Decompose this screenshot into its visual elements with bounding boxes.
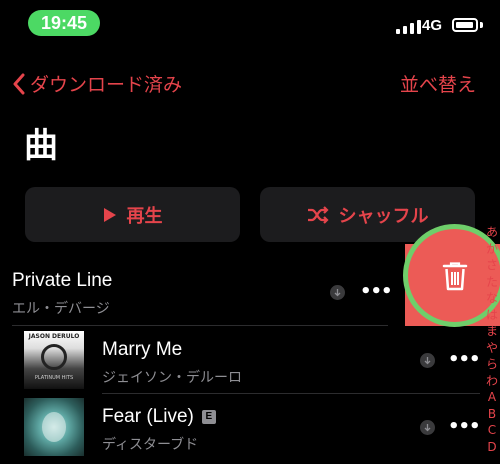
list-item[interactable]: JASON DERULO PLATINUM HITS Marry Me ジェイソ… [24, 331, 481, 391]
song-title: Private Line [12, 270, 113, 291]
index-letter[interactable]: ら [484, 356, 500, 373]
song-title: Marry Me [102, 339, 183, 360]
index-letter[interactable]: か [484, 241, 500, 258]
index-letter[interactable]: ま [484, 323, 500, 340]
index-letter[interactable]: あ [484, 224, 500, 241]
explicit-badge: E [201, 409, 216, 424]
play-button[interactable]: 再生 [25, 187, 240, 242]
signal-icon [396, 20, 421, 34]
battery-tip [480, 22, 483, 28]
album-art [24, 398, 84, 456]
row-divider [102, 393, 480, 394]
album-art-logo [41, 344, 67, 370]
download-icon [420, 353, 435, 368]
chevron-left-icon [13, 73, 25, 94]
album-art: JASON DERULO PLATINUM HITS [24, 331, 84, 389]
index-letter[interactable]: さ [484, 257, 500, 274]
status-time: 19:45 [28, 10, 100, 36]
list-item[interactable]: Private Line エル・デバージ ••• [12, 265, 393, 325]
index-letter[interactable]: は [484, 307, 500, 324]
back-label: ダウンロード済み [30, 74, 183, 96]
shuffle-label: シャッフル [338, 205, 429, 227]
back-button[interactable]: ダウンロード済み [12, 70, 182, 97]
page-title: 曲 [24, 126, 58, 166]
download-icon [420, 420, 435, 435]
more-icon[interactable]: ••• [448, 416, 481, 437]
shuffle-icon [307, 205, 329, 224]
index-letter[interactable]: わ [484, 373, 500, 390]
song-title: Fear (Live) E [102, 406, 216, 428]
more-icon[interactable]: ••• [448, 349, 481, 370]
song-title-text: Fear (Live) [102, 406, 194, 427]
index-letter[interactable]: た [484, 274, 500, 291]
sort-button[interactable]: 並べ替え [400, 70, 476, 97]
battery-icon [452, 18, 478, 32]
song-artist: エル・デバージ [12, 301, 110, 317]
index-letter[interactable]: な [484, 290, 500, 307]
section-index[interactable]: あかさたなはまやらわABCD [484, 224, 500, 455]
album-art-subtext: PLATINUM HITS [34, 375, 74, 381]
album-art-face [42, 412, 66, 442]
index-letter[interactable]: D [484, 439, 500, 456]
song-artist: ジェイソン・デルーロ [102, 370, 242, 386]
more-icon[interactable]: ••• [360, 281, 393, 302]
index-letter[interactable]: A [484, 389, 500, 406]
row-divider [12, 325, 388, 326]
album-art-text: JASON DERULO [28, 333, 80, 340]
index-letter[interactable]: や [484, 340, 500, 357]
play-label: 再生 [126, 205, 163, 227]
play-icon [103, 207, 116, 222]
index-letter[interactable]: B [484, 406, 500, 423]
index-letter[interactable]: C [484, 422, 500, 439]
song-artist: ディスターブド [102, 437, 199, 453]
list-item[interactable]: Fear (Live) E ディスターブド ••• [24, 398, 481, 458]
network-type: 4G [422, 17, 443, 34]
trash-icon [442, 261, 467, 290]
download-icon [330, 285, 345, 300]
